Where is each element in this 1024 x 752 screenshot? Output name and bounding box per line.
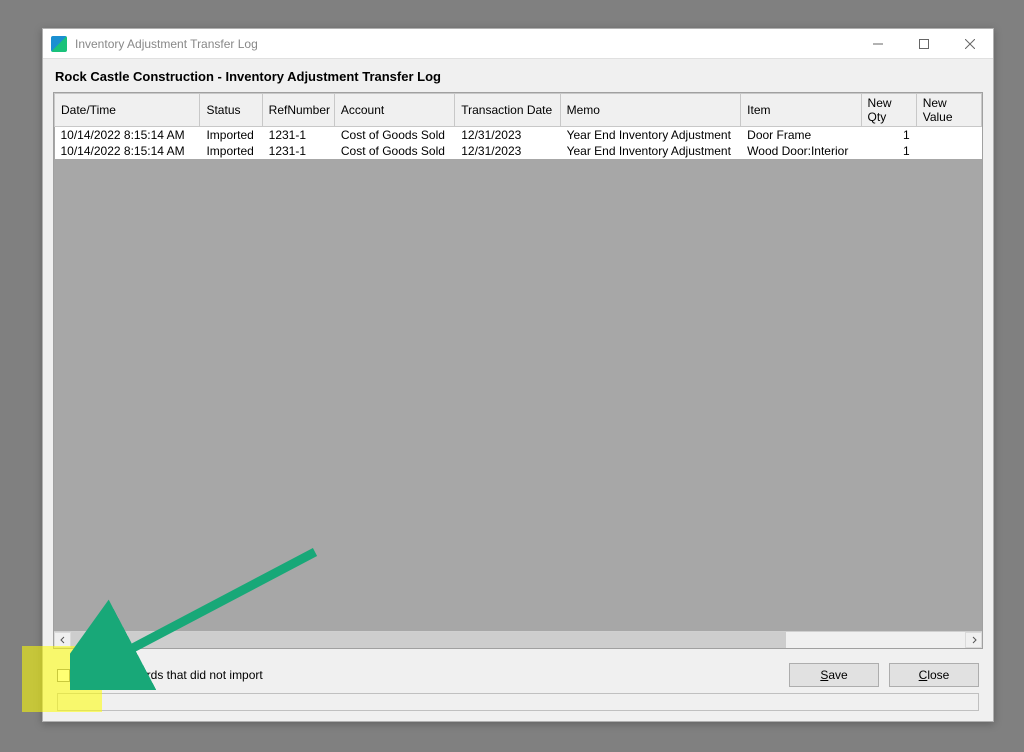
- window-title: Inventory Adjustment Transfer Log: [75, 37, 855, 51]
- minimize-button[interactable]: [855, 29, 901, 58]
- cell-refnumber: 1231-1: [262, 127, 334, 144]
- cell-refnumber: 1231-1: [262, 143, 334, 159]
- table-header-row: Date/Time Status RefNumber Account Trans…: [55, 94, 982, 127]
- minimize-icon: [873, 39, 883, 49]
- cell-txndate: 12/31/2023: [455, 143, 560, 159]
- filter-checkbox-label: Filter for records that did not import: [76, 668, 263, 682]
- filter-checkbox[interactable]: Filter for records that did not import: [57, 668, 263, 682]
- scroll-left-button[interactable]: [54, 632, 71, 648]
- close-window-button[interactable]: [947, 29, 993, 58]
- cell-item: Wood Door:Interior: [741, 143, 861, 159]
- table-row[interactable]: 10/14/2022 8:15:14 AM Imported 1231-1 Co…: [55, 127, 982, 144]
- cell-datetime: 10/14/2022 8:15:14 AM: [55, 143, 200, 159]
- chevron-right-icon: [970, 636, 978, 644]
- table-row[interactable]: 10/14/2022 8:15:14 AM Imported 1231-1 Co…: [55, 143, 982, 159]
- col-datetime[interactable]: Date/Time: [55, 94, 200, 127]
- maximize-icon: [919, 39, 929, 49]
- cell-item: Door Frame: [741, 127, 861, 144]
- col-status[interactable]: Status: [200, 94, 262, 127]
- save-button-rest: ave: [828, 668, 847, 682]
- cell-account: Cost of Goods Sold: [334, 127, 454, 144]
- cell-account: Cost of Goods Sold: [334, 143, 454, 159]
- client-area: Rock Castle Construction - Inventory Adj…: [43, 59, 993, 721]
- col-transaction-date[interactable]: Transaction Date: [455, 94, 560, 127]
- col-new-value[interactable]: New Value: [916, 94, 981, 127]
- cell-txndate: 12/31/2023: [455, 127, 560, 144]
- scroll-right-button[interactable]: [965, 632, 982, 648]
- cell-status: Imported: [200, 127, 262, 144]
- col-memo[interactable]: Memo: [560, 94, 741, 127]
- checkbox-icon: [57, 669, 70, 682]
- cell-newqty: 1: [861, 127, 916, 144]
- cell-datetime: 10/14/2022 8:15:14 AM: [55, 127, 200, 144]
- col-account[interactable]: Account: [334, 94, 454, 127]
- log-table: Date/Time Status RefNumber Account Trans…: [54, 93, 982, 159]
- bottom-bar: Filter for records that did not import S…: [53, 649, 983, 693]
- grid-empty-area: [54, 159, 982, 631]
- horizontal-scrollbar[interactable]: [54, 631, 982, 648]
- window-controls: [855, 29, 993, 58]
- maximize-button[interactable]: [901, 29, 947, 58]
- app-icon: [51, 36, 67, 52]
- cell-status: Imported: [200, 143, 262, 159]
- cell-memo: Year End Inventory Adjustment: [560, 143, 741, 159]
- cell-newvalue: [916, 127, 981, 144]
- col-new-qty[interactable]: New Qty: [861, 94, 916, 127]
- scroll-thumb[interactable]: [71, 632, 786, 648]
- chevron-left-icon: [59, 636, 67, 644]
- status-bar: [57, 693, 979, 711]
- col-item[interactable]: Item: [741, 94, 861, 127]
- save-button[interactable]: Save: [789, 663, 879, 687]
- cell-memo: Year End Inventory Adjustment: [560, 127, 741, 144]
- close-button[interactable]: Close: [889, 663, 979, 687]
- titlebar: Inventory Adjustment Transfer Log: [43, 29, 993, 59]
- col-refnumber[interactable]: RefNumber: [262, 94, 334, 127]
- log-grid: Date/Time Status RefNumber Account Trans…: [53, 92, 983, 649]
- page-title: Rock Castle Construction - Inventory Adj…: [55, 69, 983, 84]
- dialog-window: Inventory Adjustment Transfer Log Rock C…: [42, 28, 994, 722]
- cell-newvalue: [916, 143, 981, 159]
- scroll-track[interactable]: [71, 632, 965, 648]
- cell-newqty: 1: [861, 143, 916, 159]
- close-icon: [965, 39, 975, 49]
- close-button-rest: lose: [927, 668, 949, 682]
